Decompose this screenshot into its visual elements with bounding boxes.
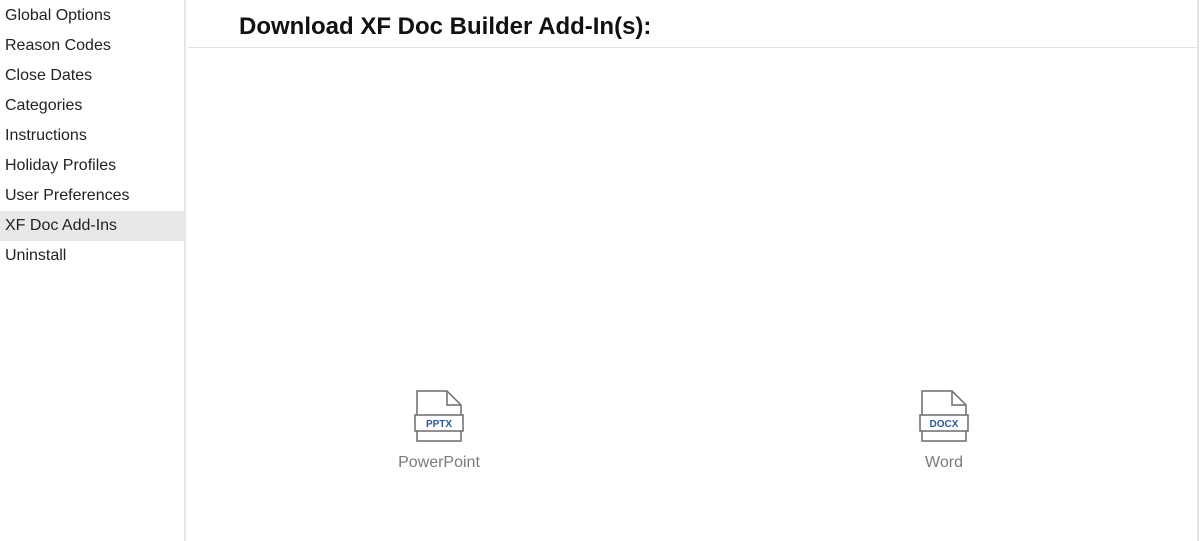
sidebar-item-close-dates[interactable]: Close Dates — [0, 61, 185, 91]
sidebar-nav-list: Global Options Reason Codes Close Dates … — [0, 0, 185, 271]
sidebar: Global Options Reason Codes Close Dates … — [0, 0, 186, 541]
pptx-file-icon: PPTX — [414, 390, 464, 442]
word-label: Word — [925, 454, 963, 471]
download-word-addin[interactable]: DOCX Word — [874, 390, 1014, 480]
window-right-border — [1197, 0, 1199, 541]
powerpoint-label: PowerPoint — [398, 454, 480, 471]
docx-file-icon: DOCX — [919, 390, 969, 442]
sidebar-item-user-preferences[interactable]: User Preferences — [0, 181, 185, 211]
sidebar-item-global-options[interactable]: Global Options — [0, 1, 185, 31]
sidebar-item-instructions[interactable]: Instructions — [0, 121, 185, 151]
sidebar-item-xf-doc-add-ins[interactable]: XF Doc Add-Ins — [0, 211, 185, 241]
page-header: Download XF Doc Builder Add-In(s): — [188, 0, 1197, 48]
sidebar-item-uninstall[interactable]: Uninstall — [0, 241, 185, 271]
download-powerpoint-addin[interactable]: PPTX PowerPoint — [369, 390, 509, 480]
page-title: Download XF Doc Builder Add-In(s): — [239, 13, 652, 40]
main-panel: Download XF Doc Builder Add-In(s): PPTX … — [188, 0, 1197, 541]
pptx-badge: PPTX — [426, 419, 452, 430]
sidebar-item-holiday-profiles[interactable]: Holiday Profiles — [0, 151, 185, 181]
docx-badge: DOCX — [930, 419, 959, 430]
sidebar-item-reason-codes[interactable]: Reason Codes — [0, 31, 185, 61]
sidebar-item-categories[interactable]: Categories — [0, 91, 185, 121]
app-window: Global Options Reason Codes Close Dates … — [0, 0, 1203, 541]
